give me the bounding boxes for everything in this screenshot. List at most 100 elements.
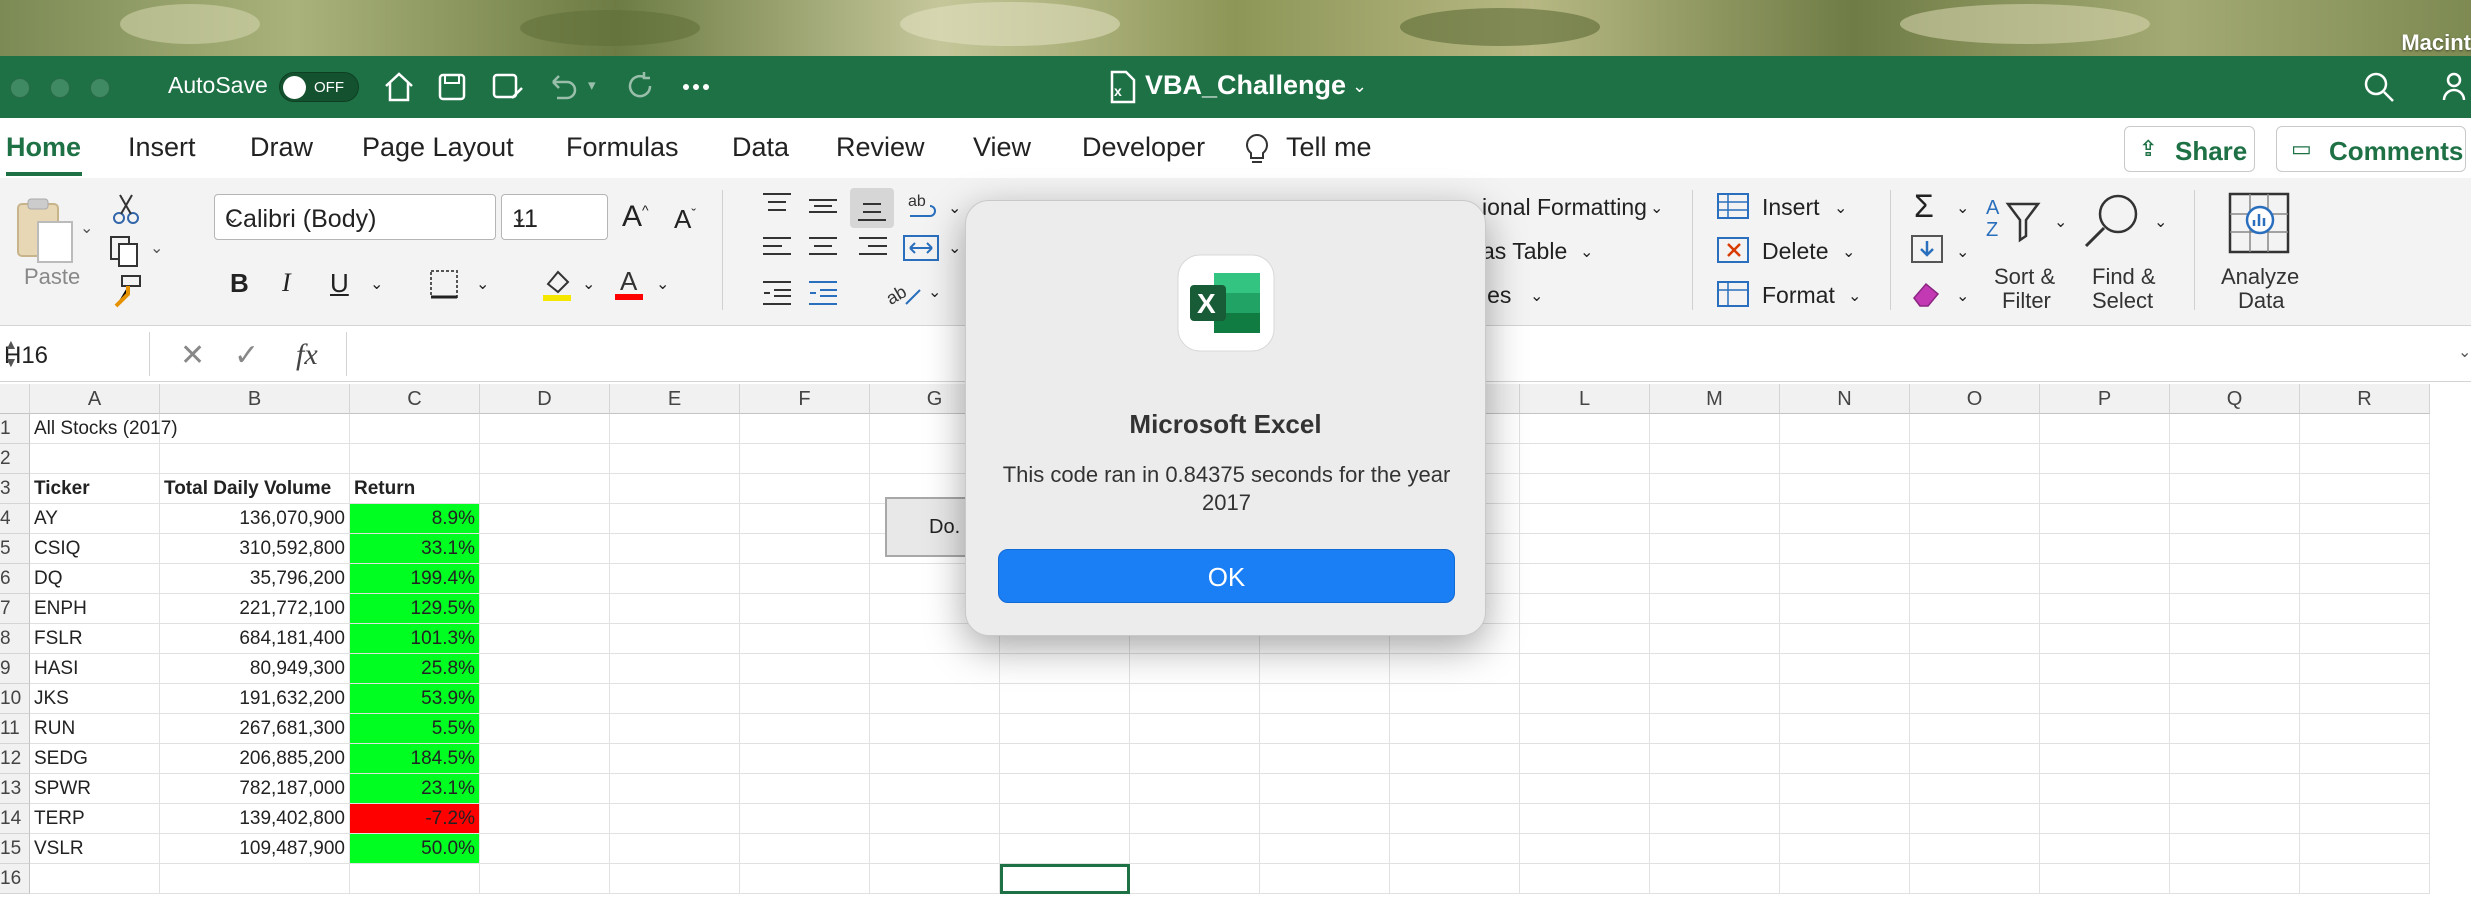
delete-cells-icon[interactable] bbox=[1716, 236, 1750, 264]
borders-dropdown-arrow[interactable]: ⌄ bbox=[476, 274, 489, 294]
undo-icon[interactable] bbox=[543, 68, 581, 106]
ticker-cell[interactable]: JKS bbox=[30, 684, 160, 714]
volume-cell[interactable]: 191,632,200 bbox=[160, 684, 350, 714]
cell[interactable] bbox=[1520, 534, 1650, 564]
cell[interactable] bbox=[1650, 744, 1780, 774]
fill-color-icon[interactable] bbox=[540, 266, 574, 302]
cell[interactable] bbox=[2300, 504, 2430, 534]
volume-cell[interactable]: 139,402,800 bbox=[160, 804, 350, 834]
return-cell[interactable]: -7.2% bbox=[350, 804, 480, 834]
ticker-cell[interactable]: RUN bbox=[30, 714, 160, 744]
align-right-icon[interactable] bbox=[856, 234, 890, 262]
expand-formula-bar-icon[interactable]: ⌄ bbox=[2458, 342, 2471, 362]
cell[interactable] bbox=[1650, 684, 1780, 714]
cell[interactable] bbox=[2300, 414, 2430, 444]
cell[interactable] bbox=[1780, 474, 1910, 504]
cell[interactable] bbox=[2040, 864, 2170, 894]
cell[interactable] bbox=[1130, 684, 1260, 714]
cell[interactable] bbox=[1520, 834, 1650, 864]
cell[interactable] bbox=[740, 744, 870, 774]
cell[interactable] bbox=[2170, 684, 2300, 714]
borders-icon[interactable] bbox=[428, 268, 460, 300]
ticker-cell[interactable]: ENPH bbox=[30, 594, 160, 624]
cell[interactable] bbox=[1520, 414, 1650, 444]
cell[interactable] bbox=[1780, 564, 1910, 594]
tab-formulas[interactable]: Formulas bbox=[566, 132, 679, 163]
cell[interactable] bbox=[1780, 804, 1910, 834]
scissors-icon[interactable] bbox=[110, 192, 142, 226]
cell[interactable] bbox=[2300, 654, 2430, 684]
cell[interactable] bbox=[1390, 744, 1520, 774]
cell[interactable] bbox=[1520, 624, 1650, 654]
row-header-8[interactable]: 8 bbox=[0, 624, 30, 654]
increase-indent-icon[interactable] bbox=[806, 278, 840, 308]
row-header-1[interactable]: 1 bbox=[0, 414, 30, 444]
cell[interactable] bbox=[2040, 594, 2170, 624]
insert-cells-button[interactable]: Insert bbox=[1762, 194, 1820, 221]
redo-icon[interactable] bbox=[622, 68, 660, 106]
cell[interactable] bbox=[1260, 714, 1390, 744]
row-header-13[interactable]: 13 bbox=[0, 774, 30, 804]
volume-cell[interactable]: 310,592,800 bbox=[160, 534, 350, 564]
cell[interactable] bbox=[610, 654, 740, 684]
cell[interactable] bbox=[1650, 504, 1780, 534]
cell[interactable] bbox=[2300, 534, 2430, 564]
font-name-dropdown[interactable]: Calibri (Body) ⌄ bbox=[214, 194, 496, 240]
cell[interactable] bbox=[1910, 534, 2040, 564]
fill-color-dropdown-arrow[interactable]: ⌄ bbox=[582, 274, 595, 294]
chevron-down-icon[interactable]: ⌄ bbox=[1834, 198, 1847, 218]
cell[interactable] bbox=[2040, 624, 2170, 654]
font-size-dropdown[interactable]: 11 ⌄ bbox=[501, 194, 608, 240]
cell[interactable] bbox=[2040, 534, 2170, 564]
cell[interactable] bbox=[2170, 474, 2300, 504]
wrap-text-dropdown-arrow[interactable]: ⌄ bbox=[948, 198, 961, 218]
tab-review[interactable]: Review bbox=[836, 132, 925, 163]
cell[interactable] bbox=[2300, 444, 2430, 474]
cell[interactable] bbox=[610, 564, 740, 594]
cell[interactable] bbox=[480, 594, 610, 624]
cell[interactable] bbox=[610, 684, 740, 714]
cell[interactable] bbox=[1910, 444, 2040, 474]
column-header-a[interactable]: A bbox=[30, 384, 160, 414]
cell[interactable] bbox=[1910, 654, 2040, 684]
ticker-cell[interactable]: FSLR bbox=[30, 624, 160, 654]
ticker-cell[interactable]: VSLR bbox=[30, 834, 160, 864]
cell[interactable] bbox=[1910, 684, 2040, 714]
cell[interactable] bbox=[1780, 624, 1910, 654]
cell[interactable] bbox=[2170, 414, 2300, 444]
cell[interactable] bbox=[2170, 444, 2300, 474]
ticker-cell[interactable]: SPWR bbox=[30, 774, 160, 804]
cell[interactable] bbox=[610, 834, 740, 864]
cell[interactable] bbox=[740, 444, 870, 474]
chevron-down-icon[interactable]: ⌄ bbox=[1842, 242, 1855, 262]
cell[interactable] bbox=[740, 684, 870, 714]
conditional-formatting-button[interactable]: ional Formatting bbox=[1482, 194, 1647, 221]
ticker-cell[interactable]: SEDG bbox=[30, 744, 160, 774]
cell[interactable] bbox=[740, 414, 870, 444]
cell[interactable] bbox=[740, 564, 870, 594]
cell[interactable] bbox=[610, 444, 740, 474]
cell[interactable] bbox=[1780, 714, 1910, 744]
paste-dropdown-arrow[interactable]: ⌄ bbox=[80, 218, 93, 238]
cell[interactable] bbox=[1390, 864, 1520, 894]
cell[interactable] bbox=[1000, 714, 1130, 744]
cell[interactable] bbox=[1260, 744, 1390, 774]
analyze-data-icon[interactable] bbox=[2226, 190, 2292, 256]
tab-home[interactable]: Home bbox=[6, 132, 81, 163]
cell[interactable] bbox=[1260, 864, 1390, 894]
share-button[interactable]: ⇪ Share bbox=[2124, 126, 2255, 172]
comments-button[interactable]: ▭ Comments bbox=[2276, 126, 2466, 172]
cell[interactable] bbox=[1260, 834, 1390, 864]
cell[interactable] bbox=[1520, 474, 1650, 504]
insert-function-icon[interactable]: fx bbox=[296, 338, 318, 372]
cell[interactable] bbox=[610, 504, 740, 534]
cell[interactable] bbox=[2300, 684, 2430, 714]
cell[interactable] bbox=[1650, 534, 1780, 564]
ticker-cell[interactable]: CSIQ bbox=[30, 534, 160, 564]
volume-cell[interactable]: 206,885,200 bbox=[160, 744, 350, 774]
merge-center-icon[interactable] bbox=[902, 232, 940, 264]
copy-icon[interactable] bbox=[108, 234, 144, 268]
cell[interactable] bbox=[2300, 744, 2430, 774]
cell[interactable] bbox=[2170, 594, 2300, 624]
insert-cells-icon[interactable] bbox=[1716, 192, 1750, 220]
